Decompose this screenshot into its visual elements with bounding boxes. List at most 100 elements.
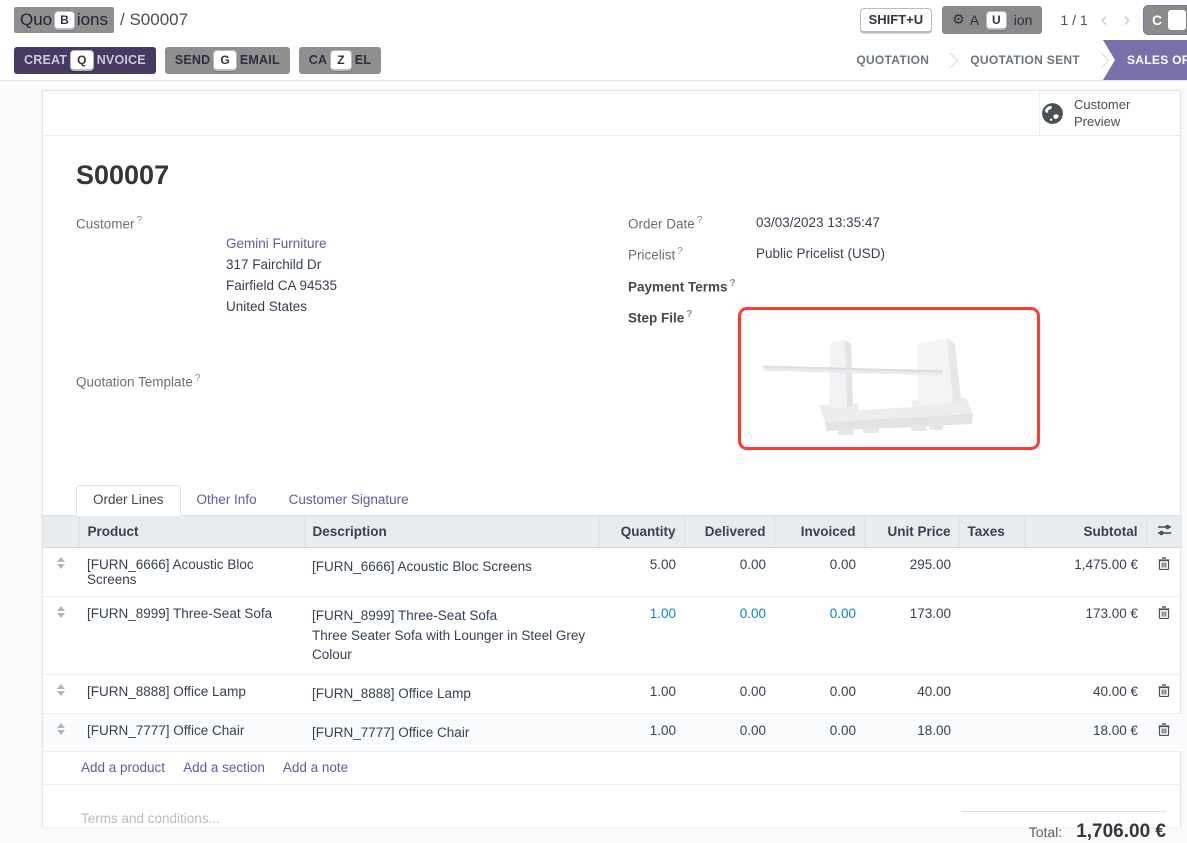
tab-other-info[interactable]: Other Info <box>181 486 273 515</box>
cell-taxes[interactable] <box>959 548 1024 597</box>
cell-taxes[interactable] <box>959 674 1024 713</box>
table-row[interactable]: [FURN_8999] Three-Seat Sofa [FURN_8999] … <box>43 597 1182 675</box>
cell-subtotal: 173.00 € <box>1024 597 1146 675</box>
delete-row-icon[interactable] <box>1158 557 1170 570</box>
status-step-quotation[interactable]: QUOTATION <box>838 40 947 80</box>
cell-invoiced[interactable]: 0.00 <box>774 597 864 675</box>
cell-delivered[interactable]: 0.00 <box>684 597 774 675</box>
cell-description[interactable]: [FURN_8999] Three-Seat Sofa Three Seater… <box>304 597 599 675</box>
customer-preview-button[interactable]: Customer Preview <box>1039 91 1180 136</box>
drag-handle-icon[interactable] <box>43 713 79 752</box>
terms-and-conditions-input[interactable]: Terms and conditions... <box>81 811 220 843</box>
col-header-taxes[interactable]: Taxes <box>959 516 1024 548</box>
tab-customer-signature[interactable]: Customer Signature <box>273 486 425 515</box>
key-hint-z: Z <box>330 50 352 71</box>
create-invoice-label-post: NVOICE <box>97 53 146 67</box>
total-label: Total: <box>1029 824 1062 840</box>
cell-product[interactable]: [FURN_8999] Three-Seat Sofa <box>79 597 304 675</box>
cell-unit-price[interactable]: 295.00 <box>864 548 959 597</box>
send-email-button[interactable]: SEND G EMAIL <box>165 47 290 74</box>
cell-quantity[interactable]: 1.00 <box>599 674 684 713</box>
col-header-description[interactable]: Description <box>304 516 599 548</box>
action-menu-button[interactable]: ⚙ AUion <box>942 6 1042 34</box>
col-header-subtotal[interactable]: Subtotal <box>1024 516 1146 548</box>
cell-description[interactable]: [FURN_8888] Office Lamp <box>304 674 599 713</box>
gear-icon: ⚙ <box>952 12 965 28</box>
cell-quantity[interactable]: 1.00 <box>599 713 684 752</box>
cell-description[interactable]: [FURN_7777] Office Chair <box>304 713 599 752</box>
table-header-row: Product Description Quantity Delivered I… <box>43 516 1182 548</box>
delete-row-icon[interactable] <box>1158 723 1170 736</box>
key-hint-partial <box>1168 10 1186 30</box>
cell-product[interactable]: [FURN_8888] Office Lamp <box>79 674 304 713</box>
key-hint-q: Q <box>70 50 94 71</box>
help-question-icon: ? <box>686 309 692 320</box>
col-header-product[interactable]: Product <box>79 516 304 548</box>
add-a-product-link[interactable]: Add a product <box>81 760 165 775</box>
status-step-sales-order[interactable]: SALES ORDER <box>1103 40 1187 80</box>
col-header-quantity[interactable]: Quantity <box>599 516 684 548</box>
cancel-label-pre: CA <box>309 53 327 67</box>
key-hint-shift-u: SHIFT+U <box>860 8 933 33</box>
cell-description[interactable]: [FURN_6666] Acoustic Bloc Screens <box>304 548 599 597</box>
cell-invoiced[interactable]: 0.00 <box>774 713 864 752</box>
customer-link[interactable]: Gemini Furniture <box>226 236 327 251</box>
help-question-icon: ? <box>730 278 736 289</box>
cell-delivered[interactable]: 0.00 <box>684 674 774 713</box>
add-a-note-link[interactable]: Add a note <box>283 760 348 775</box>
table-row[interactable]: [FURN_6666] Acoustic Bloc Screens [FURN_… <box>43 548 1182 597</box>
delete-row-icon[interactable] <box>1158 684 1170 697</box>
help-question-icon: ? <box>137 215 143 226</box>
cell-invoiced[interactable]: 0.00 <box>774 548 864 597</box>
order-lines-table: Product Description Quantity Delivered I… <box>43 516 1182 752</box>
partial-button-label: C <box>1152 12 1162 28</box>
cell-quantity[interactable]: 1.00 <box>599 597 684 675</box>
cell-invoiced[interactable]: 0.00 <box>774 674 864 713</box>
drag-handle-icon[interactable] <box>43 674 79 713</box>
tab-order-lines[interactable]: Order Lines <box>76 485 181 516</box>
optional-columns-header <box>1146 516 1182 548</box>
cell-delivered[interactable]: 0.00 <box>684 713 774 752</box>
step-file-image[interactable] <box>738 307 1040 450</box>
create-invoice-button[interactable]: CREAT Q NVOICE <box>14 47 156 74</box>
cell-product[interactable]: [FURN_6666] Acoustic Bloc Screens <box>79 548 304 597</box>
pager-next-icon[interactable]: › <box>1120 10 1133 30</box>
breadcrumb-record-name: S00007 <box>129 10 188 29</box>
cancel-button[interactable]: CA Z EL <box>299 47 381 74</box>
table-row[interactable]: [FURN_8888] Office Lamp [FURN_8888] Offi… <box>43 674 1182 713</box>
notebook-tabs: Order Lines Other Info Customer Signatur… <box>43 485 1180 516</box>
drag-handle-icon[interactable] <box>43 597 79 675</box>
col-header-delivered[interactable]: Delivered <box>684 516 774 548</box>
order-date-label: Order Date? <box>628 213 756 235</box>
cell-unit-price[interactable]: 18.00 <box>864 713 959 752</box>
delete-row-icon[interactable] <box>1158 606 1170 619</box>
customer-field-row: Customer? Gemini Furniture 317 Fairchild… <box>76 213 628 339</box>
pricelist-value[interactable]: Public Pricelist (USD) <box>756 244 885 266</box>
cell-product[interactable]: [FURN_7777] Office Chair <box>79 713 304 752</box>
optional-columns-icon[interactable] <box>1157 524 1172 536</box>
cell-quantity[interactable]: 5.00 <box>599 548 684 597</box>
cell-taxes[interactable] <box>959 597 1024 675</box>
table-row[interactable]: [FURN_7777] Office Chair [FURN_7777] Off… <box>43 713 1182 752</box>
col-header-unit-price[interactable]: Unit Price <box>864 516 959 548</box>
cell-unit-price[interactable]: 173.00 <box>864 597 959 675</box>
order-date-field-row: Order Date? 03/03/2023 13:35:47 <box>628 213 1180 235</box>
create-invoice-label-pre: CREAT <box>24 53 67 67</box>
cell-unit-price[interactable]: 40.00 <box>864 674 959 713</box>
status-bar: QUOTATION QUOTATION SENT SALES ORDER <box>838 40 1187 80</box>
cell-delivered[interactable]: 0.00 <box>684 548 774 597</box>
cell-taxes[interactable] <box>959 713 1024 752</box>
3d-model-render <box>741 310 1037 447</box>
order-date-value[interactable]: 03/03/2023 13:35:47 <box>756 213 880 235</box>
status-step-quotation-sent[interactable]: QUOTATION SENT <box>952 40 1098 80</box>
breadcrumb-quotations[interactable]: Quo B ions <box>14 7 114 33</box>
pricelist-field-row: Pricelist? Public Pricelist (USD) <box>628 244 1180 266</box>
partial-edge-button[interactable]: C <box>1143 5 1187 35</box>
col-header-invoiced[interactable]: Invoiced <box>774 516 864 548</box>
pager-previous-icon[interactable]: ‹ <box>1098 10 1111 30</box>
form-sheet: Customer Preview S00007 Customer? Gemini… <box>42 90 1181 827</box>
add-a-section-link[interactable]: Add a section <box>183 760 265 775</box>
drag-handle-icon[interactable] <box>43 548 79 597</box>
key-hint-g: G <box>213 50 237 71</box>
breadcrumb-text-pre: Quo <box>20 10 52 30</box>
